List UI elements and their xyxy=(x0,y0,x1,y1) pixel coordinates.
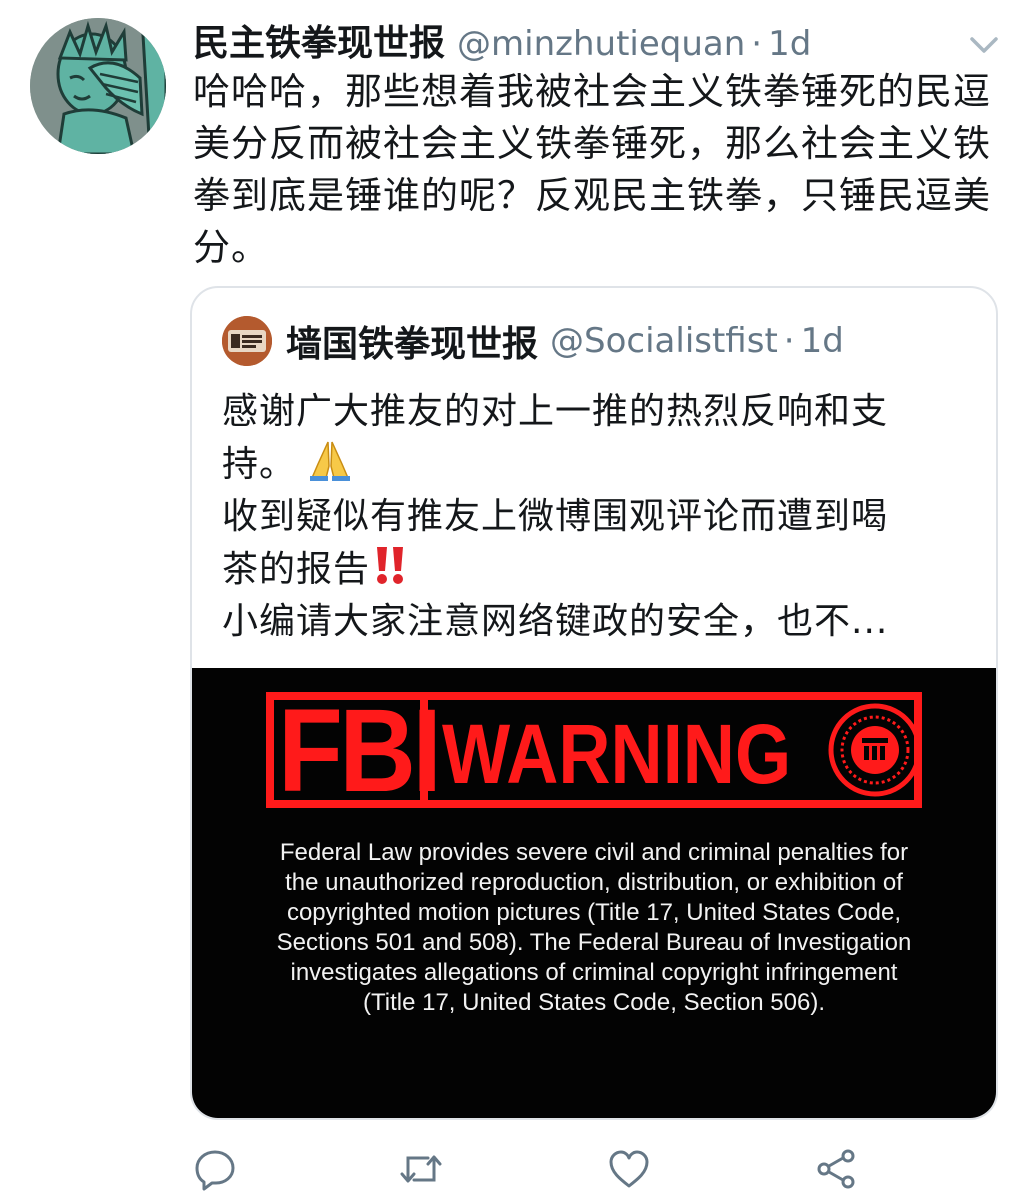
tweet-timestamp[interactable]: 1d xyxy=(768,24,811,64)
legal-line: the unauthorized reproduction, distribut… xyxy=(285,869,903,896)
double-exclamation-icon xyxy=(377,547,404,584)
quoted-tweet-card[interactable]: 墙国铁拳现世报 @Socialistfist · 1d 感谢广大推友的对上一推的… xyxy=(190,286,998,1120)
quoted-text-line: 持。 xyxy=(222,444,297,485)
copyright-warning-text: Federal Law provides severe civil and cr… xyxy=(212,838,976,1018)
avatar[interactable] xyxy=(30,18,166,154)
quoted-text-line: 收到疑似有推友上微博围观评论而遭到喝 xyxy=(222,496,889,537)
quoted-text-line: 感谢广大推友的对上一推的热烈反响和支 xyxy=(222,391,889,432)
display-name[interactable]: 民主铁拳现世报 xyxy=(193,14,445,66)
legal-line: Federal Law provides severe civil and cr… xyxy=(279,839,909,866)
quoted-tweet-media[interactable]: FBI WARNING Federal Law provides severe … xyxy=(192,668,996,1118)
like-icon[interactable] xyxy=(606,1146,652,1192)
folded-hands-icon xyxy=(310,441,351,481)
quoted-tweet-text: 感谢广大推友的对上一推的热烈反响和支 持。 收到疑似有推友上微博围观评论而遭到喝… xyxy=(222,386,972,648)
legal-line: copyrighted motion pictures (Title 17, U… xyxy=(286,899,902,926)
quoted-display-name[interactable]: 墙国铁拳现世报 xyxy=(286,315,538,367)
tweet-action-bar xyxy=(0,1140,1026,1196)
tweet-text: 哈哈哈，那些想着我被社会主义铁拳锤死的民逗美分反而被社会主义铁拳锤死，那么社会主… xyxy=(193,70,991,269)
tweet-header: 民主铁拳现世报 @minzhutiequan · 1d xyxy=(193,14,811,68)
retweet-icon[interactable] xyxy=(398,1146,444,1192)
quoted-user-handle[interactable]: @Socialistfist xyxy=(550,321,778,361)
quoted-text-line-with-emoji: 茶的报告 xyxy=(222,543,972,596)
quoted-tweet-header: 墙国铁拳现世报 @Socialistfist · 1d xyxy=(286,316,844,366)
quoted-avatar xyxy=(222,316,272,366)
legal-line: (Title 17, United States Code, Section 5… xyxy=(362,989,826,1016)
user-handle[interactable]: @minzhutiequan xyxy=(457,24,745,64)
chevron-down-icon[interactable] xyxy=(966,26,1002,62)
fbi-seal-icon xyxy=(828,703,922,797)
avatar-statue-of-liberty-facepalm-image xyxy=(30,18,166,154)
warning-title: WARNING xyxy=(442,707,792,801)
quoted-text-line-with-emoji: 持。 xyxy=(222,438,972,491)
reply-icon[interactable] xyxy=(192,1146,238,1192)
fbi-brand-text: FBI xyxy=(278,685,442,817)
legal-line: Sections 501 and 508). The Federal Burea… xyxy=(276,929,912,956)
quoted-text-line: 茶的报告 xyxy=(222,549,371,590)
separator-dot: · xyxy=(783,321,795,361)
share-icon[interactable] xyxy=(814,1146,860,1192)
fist-logo-icon xyxy=(222,316,272,366)
legal-line: investigates allegations of criminal cop… xyxy=(290,959,898,986)
separator-dot: · xyxy=(751,24,763,64)
quoted-text-line: 小编请大家注意网络键政的安全，也不... xyxy=(222,601,889,642)
quoted-timestamp: 1d xyxy=(800,321,844,361)
